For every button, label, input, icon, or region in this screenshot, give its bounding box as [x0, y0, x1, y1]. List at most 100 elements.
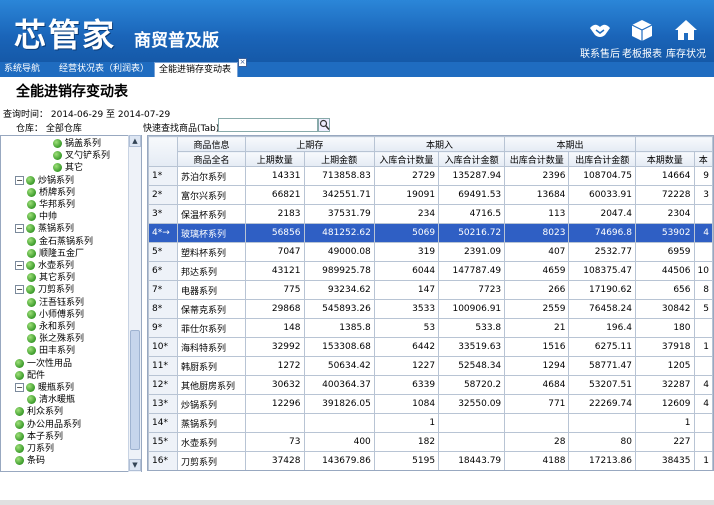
table-cell: 234	[373, 204, 440, 224]
column-header[interactable]: 本期数量	[634, 151, 695, 167]
tree-node[interactable]: 锅盖系列	[53, 138, 101, 150]
tree-node[interactable]: 桥牌系列	[27, 187, 75, 199]
table-row[interactable]: 6* 邦达系列 43121 989925.78 6044 147787.49 4659 108…	[148, 261, 713, 281]
tree-node[interactable]: 田丰系列	[27, 345, 75, 357]
table-cell: 2729	[373, 166, 440, 186]
row-number: 11*	[148, 356, 179, 376]
table-row[interactable]: 10* 海科特系列 32992 153308.68 6442 33519.63 1516 62…	[148, 337, 713, 357]
tree-node[interactable]: − 暖瓶系列	[15, 382, 74, 394]
collapse-toggle-icon[interactable]: −	[15, 175, 24, 185]
row-number: 3*	[148, 204, 179, 224]
tree-node[interactable]: 一次性用品	[15, 358, 72, 370]
column-header-row: 商品全名 上期数量 上期金额 入库合计数量 入库合计金额 出库合计数量 出库合计…	[149, 151, 713, 167]
table-row[interactable]: 3* 保温杯系列 2183 37531.79 234 4716.5 113 2047.4 230…	[148, 204, 713, 224]
table-row[interactable]: 2* 富尔兴系列 66821 342551.71 19091 69491.53 13684 6…	[148, 185, 713, 205]
table-cell: 18443.79	[438, 451, 506, 470]
column-header[interactable]: 入库合计数量	[373, 151, 440, 167]
tree-node-label: 锅盖系列	[65, 139, 102, 149]
table-row[interactable]: 15* 水壶系列 73 400 182 28 80 227	[148, 432, 713, 452]
quick-search-label: 快速查找商品(Tab)	[143, 124, 220, 134]
scroll-up-arrow-icon[interactable]: ▲	[129, 135, 141, 147]
table-row[interactable]: 11* 韩厨系列 1272 50634.42 1227 52548.34 1294 58771…	[148, 356, 713, 376]
tree-node[interactable]: − 水壶系列	[15, 260, 74, 272]
table-row[interactable]: 4*→ 玻璃杯系列 56856 481252.62 5069 50216.72 8023 74…	[148, 223, 713, 243]
boss-report-button[interactable]: 老板报表	[620, 18, 664, 60]
table-cell	[693, 318, 713, 338]
table-row[interactable]: 1* 苏泊尔系列 14331 713858.83 2729 135287.94 2396 10…	[148, 166, 713, 186]
table-cell: 5069	[373, 223, 440, 243]
tree-node[interactable]: − 蒸锅系列	[15, 223, 74, 235]
category-node-icon	[27, 236, 36, 246]
tree-node[interactable]: 配件	[15, 370, 45, 382]
table-cell: 13684	[504, 185, 570, 205]
tree-node[interactable]: 本子系列	[15, 431, 63, 443]
search-icon	[319, 119, 330, 130]
table-cell: 30842	[634, 299, 695, 319]
tree-node-label: 其它系列	[39, 273, 76, 284]
quick-search-input[interactable]	[218, 118, 318, 132]
tree-node[interactable]: − 炒锅系列	[15, 175, 74, 187]
table-row[interactable]: 14* 蒸锅系列 1 1	[148, 413, 713, 433]
tree-node[interactable]: 其它	[53, 162, 83, 174]
table-row[interactable]: 17*一次性用品2871259119.32810118038.641267422…	[149, 471, 713, 472]
tab-inventory-change[interactable]: 全能进销存变动表	[154, 62, 238, 77]
table-cell: 100906.91	[438, 299, 506, 319]
inventory-status-button[interactable]: 库存状况	[664, 18, 708, 60]
table-row[interactable]: 8* 保蒂克系列 29868 545893.26 3533 100906.91 2559 76…	[148, 299, 713, 319]
collapse-toggle-icon[interactable]: −	[15, 285, 24, 295]
table-cell: 69491.53	[438, 185, 506, 205]
table-cell	[693, 432, 713, 452]
close-tab-icon[interactable]: ×	[238, 58, 247, 67]
tree-node[interactable]: 小师傅系列	[27, 309, 84, 321]
product-name-cell: 韩厨系列	[177, 356, 246, 376]
tree-node-label: 蒸锅系列	[38, 224, 75, 235]
search-button[interactable]	[318, 118, 330, 132]
table-row[interactable]: 9* 菲仕尔系列 148 1385.8 53 533.8 21 196.4 180	[148, 318, 713, 338]
collapse-toggle-icon[interactable]: −	[15, 383, 24, 392]
collapse-toggle-icon[interactable]: −	[15, 261, 24, 270]
tree-node[interactable]: 中帅	[27, 211, 57, 223]
tree-node[interactable]: 金石蒸锅系列	[27, 236, 93, 248]
tree-node[interactable]: 清水暖瓶	[27, 394, 75, 406]
tree-node[interactable]: 汪吾钰系列	[27, 297, 84, 309]
table-row[interactable]: 7* 电器系列 775 93234.62 147 7723 266 17190.62 656 8	[148, 280, 713, 300]
table-cell: 38435	[634, 451, 695, 470]
table-row[interactable]: 16* 刀剪系列 37428 143679.86 5195 18443.79 4188 172…	[148, 451, 713, 470]
tab-profit-report[interactable]: 经营状况表（利润表）	[55, 62, 153, 77]
tree-node-label: 叉勺铲系列	[65, 151, 111, 162]
tree-node[interactable]: 张之殊系列	[27, 333, 84, 345]
tree-node[interactable]: 永和系列	[27, 321, 75, 333]
contact-support-button[interactable]: 联系售后	[578, 18, 622, 60]
table-cell: 1385.8	[303, 318, 375, 338]
tree-node[interactable]: 叉勺铲系列	[53, 150, 110, 162]
tree-node[interactable]: 其它系列	[27, 272, 75, 284]
column-header[interactable]: 上期数量	[244, 151, 305, 167]
tree-node[interactable]: 刀系列	[15, 443, 54, 455]
column-header[interactable]: 上期金额	[303, 151, 375, 167]
table-cell: 143679.86	[303, 451, 375, 470]
scroll-thumb[interactable]	[130, 330, 140, 450]
column-header[interactable]: 出库合计金额	[568, 151, 636, 167]
tree-node[interactable]: 条码	[15, 455, 45, 467]
table-row[interactable]: 5* 塑料杯系列 7047 49000.08 319 2391.09 407 2532.77 6…	[148, 242, 713, 262]
category-node-icon	[53, 151, 62, 161]
tree-node[interactable]: 华邦系列	[27, 199, 75, 211]
tree-node[interactable]: 利众系列	[15, 406, 63, 418]
table-row[interactable]: 12* 其他厨房系列 30632 400364.37 6339 58720.2 4684 53…	[148, 375, 713, 395]
scroll-down-arrow-icon[interactable]: ▼	[129, 459, 141, 471]
column-header[interactable]: 出库合计数量	[504, 151, 570, 167]
table-cell: 713858.83	[303, 166, 375, 186]
column-header[interactable]: 本	[693, 151, 713, 167]
column-header[interactable]: 入库合计金额	[438, 151, 506, 167]
table-cell: 30632	[244, 375, 305, 395]
tree-scrollbar[interactable]: ▲ ▼	[128, 135, 141, 472]
column-header[interactable]: 商品全名	[177, 151, 246, 167]
collapse-toggle-icon[interactable]: −	[15, 224, 24, 234]
table-row[interactable]: 13* 炒锅系列 12296 391826.05 1084 32550.09 771 2226…	[148, 394, 713, 414]
table-cell: 545893.26	[303, 299, 375, 319]
tab-system-nav[interactable]: 系统导航	[0, 62, 44, 77]
tree-node[interactable]: 顺隆五金厂	[27, 248, 84, 260]
table-cell: 28	[504, 432, 570, 452]
tree-node[interactable]: 办公用品系列	[15, 419, 81, 431]
tree-node[interactable]: − 刀剪系列	[15, 284, 74, 296]
